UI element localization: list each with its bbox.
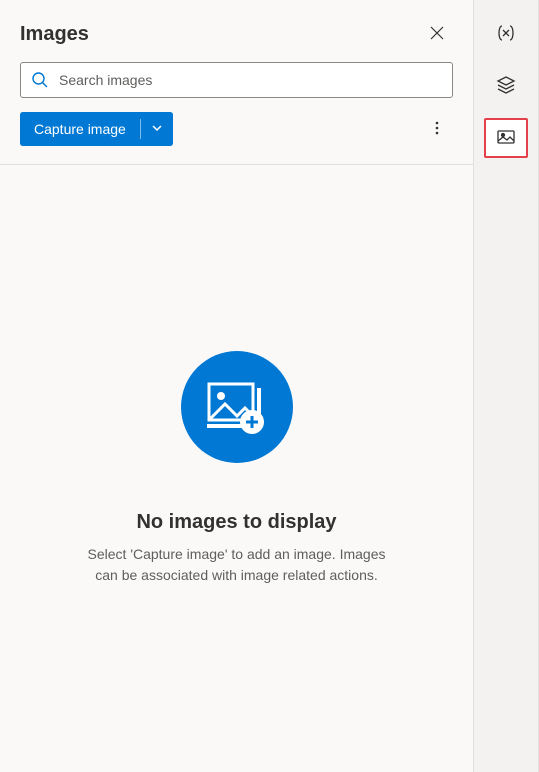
capture-image-button[interactable]: Capture image — [20, 112, 140, 146]
search-input[interactable] — [59, 72, 442, 88]
rail-images-button[interactable] — [484, 118, 528, 158]
rail-ui-elements-button[interactable] — [484, 66, 528, 106]
more-options-button[interactable] — [421, 113, 453, 145]
side-rail — [474, 0, 539, 772]
search-box[interactable] — [20, 62, 453, 98]
close-button[interactable] — [421, 18, 453, 50]
panel-header: Images — [0, 0, 473, 62]
close-icon — [430, 26, 444, 43]
capture-image-split-button: Capture image — [20, 112, 173, 146]
capture-image-label: Capture image — [34, 121, 126, 137]
empty-state-title: No images to display — [136, 511, 336, 534]
panel-title: Images — [20, 23, 89, 46]
empty-state-description: Select 'Capture image' to add an image. … — [77, 544, 397, 586]
search-icon — [31, 71, 49, 89]
capture-image-dropdown[interactable] — [141, 112, 173, 146]
image-icon — [496, 127, 516, 150]
content-area: No images to display Select 'Capture ima… — [0, 164, 473, 772]
empty-state-icon — [181, 351, 293, 463]
rail-variables-button[interactable] — [484, 14, 528, 54]
layers-icon — [496, 75, 516, 98]
images-panel: Images Capture image — [0, 0, 474, 772]
action-bar: Capture image — [0, 112, 473, 164]
more-vertical-icon — [429, 120, 445, 139]
variables-icon — [496, 23, 516, 46]
chevron-down-icon — [151, 122, 163, 137]
search-container — [0, 62, 473, 112]
